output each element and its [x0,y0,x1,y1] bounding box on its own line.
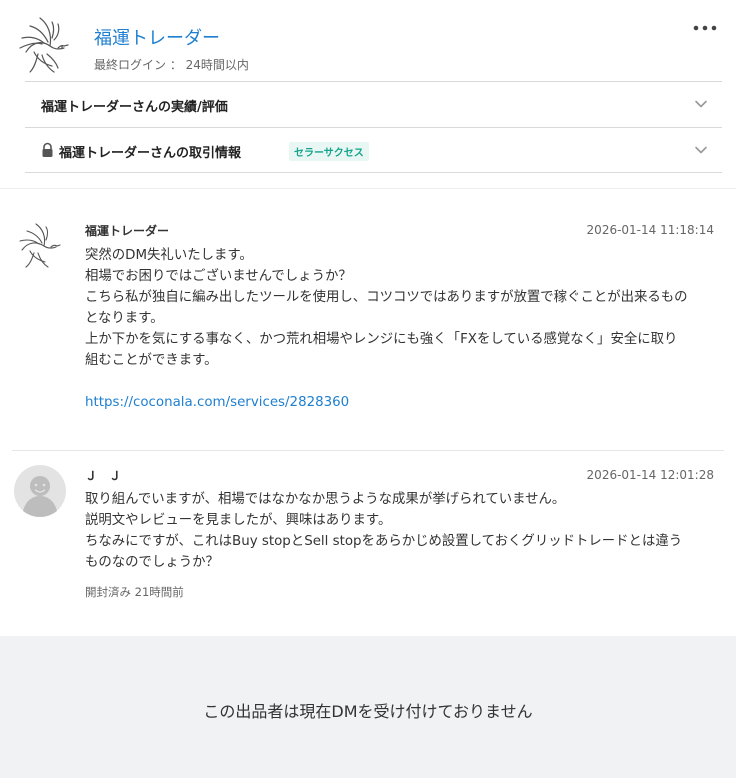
message-body: 突然のDM失礼いたします。 相場でお困りではございませんでしょうか？ こちら私が… [85,245,720,413]
trade-info-title: 福運トレーダーさんの取引情報 [59,146,242,161]
seller-avatar-dove-icon[interactable] [14,12,72,76]
message-timestamp: 2026-01-14 12:01:28 [586,468,714,482]
seller-success-badge: セラーサクセス [289,142,369,161]
more-dots-icon[interactable] [692,18,718,38]
message-body: 取り組んでいますが、相場ではなかなか思うような成果が挙げられていません。 説明文… [85,489,720,573]
seller-record-title: 福運トレーダーさんの実績/評価 [41,100,228,115]
dm-closed-notice: この出品者は現在DMを受け付けておりません [203,702,533,721]
message-line: 取り組んでいますが、相場ではなかなか思うような成果が挙げられていません。 [85,492,566,507]
message-line: 組むことができます。 [85,353,218,368]
message-line: こちら私が独自に編み出したツールを使用し、コツコツではありますが放置で稼ぐことが… [85,290,688,305]
read-status: 開封済み 21時間前 [85,585,184,599]
message-line: 上か下かを気にする事なく、かつ荒れ相場やレンジにも強く「FXをしている感覚なく」… [85,332,678,347]
message-line: 相場でお困りではございませんでしょうか？ [85,269,352,284]
message-item: Ｊ Ｊ 2026-01-14 12:01:28 取り組んでいますが、相場ではなか… [12,450,724,599]
message-line: 説明文やレビューを見ましたが、興味はあります。 [85,513,392,528]
message-sender: 福運トレーダー [85,224,170,238]
message-line: 突然のDM失礼いたします。 [85,248,253,263]
message-timestamp: 2026-01-14 11:18:14 [586,223,714,237]
seller-name-link[interactable]: 福運トレーダー [94,24,220,50]
lock-icon [42,142,53,157]
message-line: となります。 [85,311,164,326]
dove-icon [19,223,61,268]
service-link[interactable]: https://coconala.com/services/2828360 [85,392,720,413]
seller-record-accordion[interactable]: 福運トレーダーさんの実績/評価 [25,81,722,127]
trade-info-accordion[interactable]: 福運トレーダーさんの取引情報 セラーサクセス [25,127,722,173]
message-line: ものなのでしょうか？ [85,555,219,570]
message-line: ちなみにですが、これはBuy stopとSell stopをあらかじめ設置してお… [85,534,683,549]
default-user-icon [14,465,66,517]
message-sender: Ｊ Ｊ [85,469,122,483]
chevron-down-icon [695,100,707,108]
seller-header: 福運トレーダー 最終ログイン ： 24時間以内 [0,0,736,82]
dm-closed-footer: この出品者は現在DMを受け付けておりません [0,636,736,778]
chevron-down-icon [695,146,707,154]
last-login-status: 最終ログイン ： 24時間以内 [94,58,249,72]
section-divider [0,188,736,189]
